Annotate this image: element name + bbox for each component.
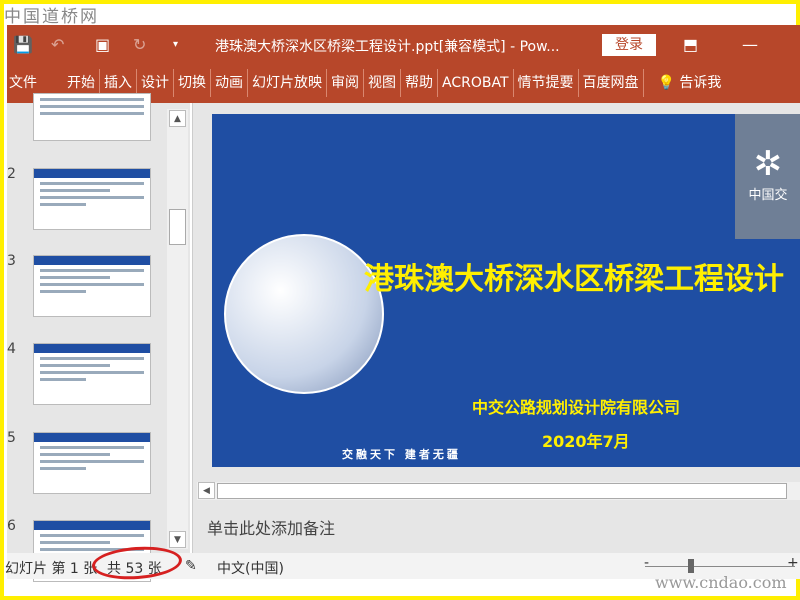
lightbulb-icon: 💡 [657, 75, 675, 91]
tell-me-search[interactable]: 💡 告诉我 [654, 69, 726, 97]
watermark-logo: 中国道桥网 [4, 7, 99, 27]
zoom-in-button[interactable]: + [787, 555, 799, 571]
tab-5[interactable]: 动画 [211, 69, 248, 97]
scroll-down-icon[interactable]: ▼ [169, 531, 186, 548]
slide-number: 2 [7, 166, 16, 182]
slide-canvas[interactable]: ✲ 中国交 港珠澳大桥深水区桥梁工程设计 中交公路规划设计院有限公司 2020年7… [212, 114, 800, 467]
slide-title: 港珠澳大桥深水区桥梁工程设计 [364, 262, 784, 297]
document-title: 港珠澳大桥深水区桥梁工程设计.ppt[兼容模式] - Pow... [215, 39, 560, 55]
title-bar: 💾 ↶ ▣ ↻ ▾ 港珠澳大桥深水区桥梁工程设计.ppt[兼容模式] - Pow… [7, 25, 800, 63]
present-icon[interactable]: ▣ [95, 35, 110, 54]
ribbon-display-icon[interactable]: ⬒ [683, 35, 698, 54]
tell-me-label: 告诉我 [679, 75, 722, 91]
scroll-thumb[interactable] [169, 209, 186, 245]
tab-7[interactable]: 审阅 [327, 69, 364, 97]
slide-date: 2020年7月 [542, 432, 630, 451]
notes-placeholder[interactable]: 单击此处添加备注 [207, 515, 335, 539]
zoom-slider-knob[interactable] [688, 559, 694, 573]
slide-thumbnail[interactable] [33, 343, 151, 405]
tab-12[interactable]: 百度网盘 [579, 69, 644, 97]
tab-6[interactable]: 幻灯片放映 [248, 69, 327, 97]
zoom-out-button[interactable]: - [644, 555, 649, 571]
slide-number: 6 [7, 518, 16, 534]
company-logo: ✲ 中国交 [735, 114, 800, 239]
editor-area: ✲ 中国交 港珠澳大桥深水区桥梁工程设计 中交公路规划设计院有限公司 2020年7… [192, 103, 800, 553]
save-icon[interactable]: 💾 [13, 35, 33, 54]
tab-4[interactable]: 切换 [174, 69, 211, 97]
scroll-left-icon[interactable]: ◀ [198, 482, 215, 499]
tab-9[interactable]: 帮助 [401, 69, 438, 97]
zoom-slider[interactable] [645, 566, 795, 567]
language[interactable]: 中文(中国) [217, 558, 284, 578]
slide-thumbnail[interactable] [33, 255, 151, 317]
slide-thumbnail[interactable] [33, 432, 151, 494]
slide-thumbnail-panel: 2 3 4 5 6 ▲ ▼ [7, 93, 190, 582]
slide-thumbnail[interactable] [33, 168, 151, 230]
minimize-button[interactable]: — [742, 35, 758, 54]
scroll-up-icon[interactable]: ▲ [169, 110, 186, 127]
notes-icon[interactable]: ✎ [185, 558, 197, 574]
slide-organization: 中交公路规划设计院有限公司 [472, 398, 681, 417]
slide-thumbnail[interactable] [33, 93, 151, 141]
vertical-scrollbar[interactable]: ▲ ▼ [167, 109, 188, 549]
undo-icon[interactable]: ↶ [51, 35, 64, 54]
slide-number: 5 [7, 430, 16, 446]
slide-motto: 交融天下 建者无疆 [342, 448, 461, 461]
tab-11[interactable]: 情节提要 [514, 69, 579, 97]
watermark-url: www.cndao.com [655, 573, 787, 592]
horizontal-scrollbar[interactable]: ◀ [197, 482, 800, 500]
slide-number: 3 [7, 253, 16, 269]
scroll-thumb[interactable] [217, 483, 787, 499]
redo-icon[interactable]: ↻ [133, 35, 146, 54]
login-button[interactable]: 登录 [602, 34, 656, 56]
slide-position: 幻灯片 第 1 张 [5, 561, 98, 577]
globe-image [224, 234, 384, 394]
slide-number: 4 [7, 341, 16, 357]
tab-10[interactable]: ACROBAT [438, 69, 514, 97]
tab-8[interactable]: 视图 [364, 69, 401, 97]
customize-qat-icon[interactable]: ▾ [173, 39, 178, 50]
